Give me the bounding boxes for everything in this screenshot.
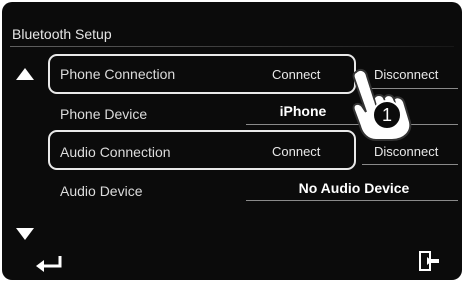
audio-device-value[interactable]: No Audio Device (264, 180, 444, 196)
triangle-up-icon[interactable] (16, 68, 34, 80)
bluetooth-setup-screen: Bluetooth Setup Phone Connection Connect… (2, 2, 462, 280)
page-title: Bluetooth Setup (12, 26, 112, 42)
return-arrow-icon[interactable] (34, 254, 64, 274)
step-number-badge: 1 (372, 100, 402, 130)
phone-connect-button[interactable]: Connect (272, 67, 320, 82)
audio-device-label: Audio Device (60, 183, 143, 199)
phone-connection-label: Phone Connection (60, 66, 176, 82)
title-divider (10, 46, 454, 47)
audio-device-underline (246, 200, 458, 201)
triangle-down-icon[interactable] (16, 228, 34, 240)
audio-disconnect-button[interactable]: Disconnect (374, 144, 438, 159)
row-divider (362, 164, 458, 165)
exit-door-icon[interactable] (418, 250, 440, 272)
audio-connection-label: Audio Connection (60, 144, 171, 160)
phone-device-label: Phone Device (60, 106, 148, 122)
audio-connect-button[interactable]: Connect (272, 144, 320, 159)
